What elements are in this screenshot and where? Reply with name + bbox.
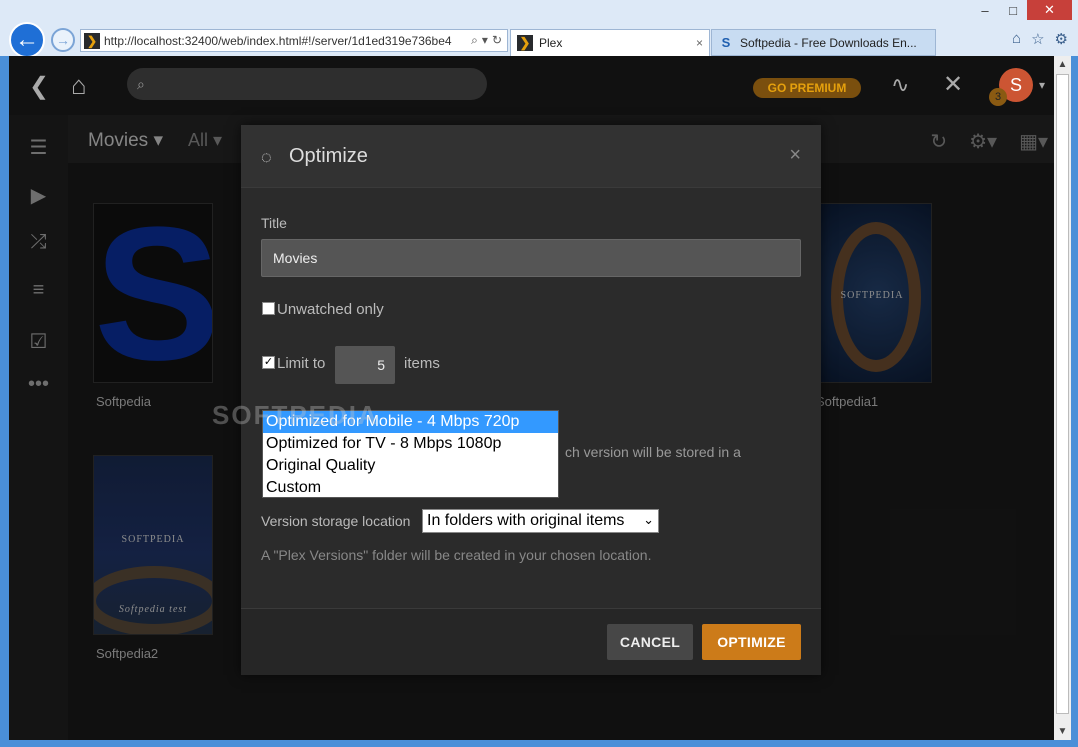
storage-note: A "Plex Versions" folder will be created… <box>261 547 652 563</box>
activity-icon[interactable]: ∿ <box>891 72 909 98</box>
tools-icon[interactable]: ✕ <box>943 70 963 99</box>
chevron-down-icon[interactable]: ▾ <box>1039 78 1045 92</box>
dialog-title: Optimize <box>289 145 368 167</box>
scroll-up-icon[interactable]: ▲ <box>1054 56 1071 73</box>
tab-softpedia[interactable]: S Softpedia - Free Downloads En... <box>711 29 936 56</box>
storage-label: Version storage location <box>261 513 411 529</box>
chevron-down-icon: ⌄ <box>643 512 654 527</box>
title-label: Title <box>261 215 287 231</box>
plex-favicon-icon: ❯ <box>84 32 100 49</box>
dropdown-option[interactable]: Optimized for TV - 8 Mbps 1080p <box>263 433 558 455</box>
title-field[interactable]: Movies <box>261 239 801 277</box>
browser-back-button[interactable]: ← <box>9 22 45 58</box>
tab-plex[interactable]: ❯ Plex × <box>510 29 710 56</box>
home-icon[interactable]: ⌂ <box>1012 30 1021 48</box>
home-icon[interactable]: ⌂ <box>71 70 87 101</box>
search-icon[interactable]: ⌕ <box>471 33 478 48</box>
plex-tab-icon: ❯ <box>517 35 533 51</box>
minimize-button[interactable]: – <box>971 0 999 20</box>
unwatched-label[interactable]: Unwatched only <box>277 301 384 318</box>
limit-checkbox[interactable]: ✓ <box>262 356 275 369</box>
softpedia-tab-icon: S <box>721 35 731 50</box>
browser-forward-button[interactable]: → <box>51 28 75 52</box>
favorites-star-icon[interactable]: ☆ <box>1031 30 1044 48</box>
dialog-footer: CANCEL OPTIMIZE <box>241 608 821 675</box>
limit-suffix: items <box>404 355 440 372</box>
window-controls: – □ ✕ <box>971 0 1072 20</box>
search-input[interactable]: ⌕ <box>127 68 487 100</box>
dropdown-icon[interactable]: ▾ <box>482 33 488 48</box>
limit-input[interactable]: 5 <box>335 346 395 384</box>
refresh-icon[interactable]: ↻ <box>492 33 502 48</box>
settings-gear-icon[interactable]: ⚙ <box>1055 30 1068 48</box>
optimize-button[interactable]: OPTIMIZE <box>702 624 801 660</box>
scroll-down-icon[interactable]: ▼ <box>1054 723 1071 740</box>
maximize-button[interactable]: □ <box>999 0 1027 20</box>
dropdown-option[interactable]: Custom <box>263 477 558 499</box>
storage-location-select[interactable]: In folders with original items ⌄ <box>422 509 659 533</box>
softpedia-watermark: SOFTPEDIA <box>212 400 379 430</box>
limit-label[interactable]: Limit to <box>277 355 325 372</box>
go-premium-button[interactable]: GO PREMIUM <box>753 78 861 98</box>
tab-label: Plex <box>539 36 563 50</box>
search-icon: ⌕ <box>137 75 145 92</box>
browser-chrome: – □ ✕ ← → ❯ http://localhost:32400/web/i… <box>0 0 1078 58</box>
tab-label: Softpedia - Free Downloads En... <box>740 35 917 50</box>
address-bar[interactable]: ❯ http://localhost:32400/web/index.html#… <box>80 29 508 52</box>
dropdown-option[interactable]: Original Quality <box>263 455 558 477</box>
quality-description: ch version will be stored in a <box>565 444 741 460</box>
window-close-button[interactable]: ✕ <box>1027 0 1072 20</box>
optimize-spinner-icon: ◌ <box>261 147 272 167</box>
tab-close-icon[interactable]: × <box>696 36 703 50</box>
plex-header: ❮ ⌂ ⌕ GO PREMIUM ∿ ✕ S 3 ▾ <box>9 56 1054 115</box>
page-scrollbar[interactable]: ▲ ▼ <box>1054 56 1071 740</box>
dialog-header: ◌ Optimize × <box>241 125 821 188</box>
close-icon[interactable]: × <box>789 144 801 167</box>
notification-badge: 3 <box>989 88 1007 106</box>
unwatched-checkbox[interactable] <box>262 302 275 315</box>
back-chevron-icon[interactable]: ❮ <box>29 72 49 101</box>
address-url[interactable]: http://localhost:32400/web/index.html#!/… <box>104 34 466 48</box>
cancel-button[interactable]: CANCEL <box>607 624 693 660</box>
scroll-thumb[interactable] <box>1056 74 1069 714</box>
